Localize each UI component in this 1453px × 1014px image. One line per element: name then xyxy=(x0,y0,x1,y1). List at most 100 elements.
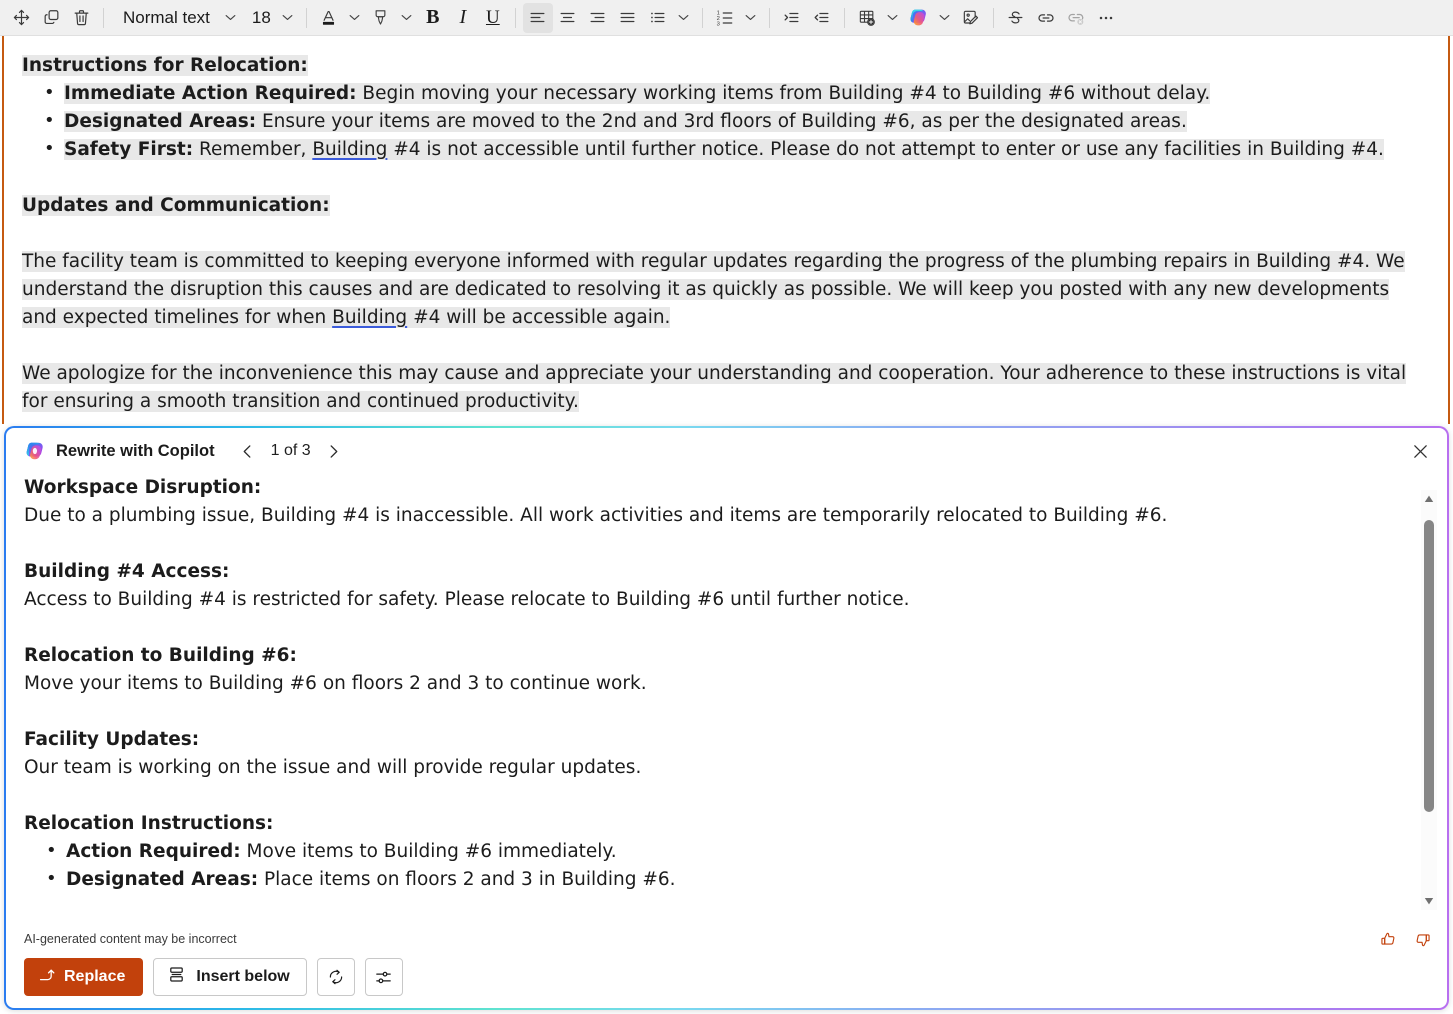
paragraph-style-label[interactable]: Normal text xyxy=(111,3,220,33)
font-color-chevron-down-icon[interactable] xyxy=(344,3,366,33)
more-options-icon[interactable] xyxy=(1091,3,1121,33)
replace-icon xyxy=(38,966,55,988)
bold-icon[interactable]: B xyxy=(418,3,448,33)
move-handle-icon[interactable] xyxy=(6,3,36,33)
document-link-building[interactable]: Building xyxy=(332,307,407,328)
close-icon[interactable] xyxy=(1405,436,1435,466)
suggestion-section: Workspace Disruption: Due to a plumbing … xyxy=(24,474,1401,530)
document-heading-updates: Updates and Communication: xyxy=(22,195,330,216)
font-size-chevron-down-icon[interactable] xyxy=(277,3,299,33)
adjust-settings-icon[interactable] xyxy=(364,958,403,996)
insert-below-button-label: Insert below xyxy=(196,968,290,985)
strikethrough-icon[interactable] xyxy=(1001,3,1031,33)
section-heading: Workspace Disruption: xyxy=(24,477,262,498)
toolbar-divider xyxy=(701,7,703,28)
scrollbar-track[interactable] xyxy=(1421,508,1437,892)
document-paragraph-updates: The facility team is committed to keepin… xyxy=(22,251,1405,328)
list-item: Action Required: Move items to Building … xyxy=(24,837,1401,866)
copilot-icon[interactable] xyxy=(904,3,934,33)
formatting-toolbar: Normal text 18 B I U 1 2 3 xyxy=(0,0,1453,36)
align-right-icon[interactable] xyxy=(583,3,613,33)
bulleted-list-chevron-down-icon[interactable] xyxy=(673,3,695,33)
copilot-panel-title: Rewrite with Copilot xyxy=(56,441,215,460)
scroll-up-arrow-icon[interactable] xyxy=(1421,490,1437,508)
suggestion-counter: 1 of 3 xyxy=(270,442,311,459)
align-justify-icon[interactable] xyxy=(613,3,643,33)
thumbs-up-icon[interactable] xyxy=(1377,928,1399,950)
scroll-down-arrow-icon[interactable] xyxy=(1421,892,1437,910)
replace-button-label: Replace xyxy=(64,968,126,985)
underline-icon[interactable]: U xyxy=(478,3,508,33)
align-left-icon[interactable] xyxy=(522,2,553,33)
suggestion-bullet-list: Action Required: Move items to Building … xyxy=(24,837,1401,894)
insert-table-icon[interactable] xyxy=(852,3,882,33)
rewrite-with-copilot-panel: Rewrite with Copilot 1 of 3 Workspace Di… xyxy=(4,426,1449,1010)
section-heading: Facility Updates: xyxy=(24,729,200,750)
highlight-chevron-down-icon[interactable] xyxy=(396,3,418,33)
toolbar-divider xyxy=(514,7,516,28)
regenerate-icon[interactable] xyxy=(316,958,355,996)
suggestion-section: Relocation to Building #6: Move your ite… xyxy=(24,642,1401,698)
paragraph-style-chevron-down-icon[interactable] xyxy=(220,3,242,33)
replace-button[interactable]: Replace xyxy=(24,958,144,996)
delete-icon[interactable] xyxy=(66,3,96,33)
align-center-icon[interactable] xyxy=(553,3,583,33)
document-heading-instructions: Instructions for Relocation: xyxy=(22,55,308,76)
bulleted-list-icon[interactable] xyxy=(643,3,673,33)
toolbar-divider xyxy=(305,7,307,28)
svg-text:3: 3 xyxy=(717,21,720,27)
section-body: Our team is working on the issue and wil… xyxy=(24,757,642,778)
document-canvas[interactable]: Instructions for Relocation: Immediate A… xyxy=(0,36,1453,424)
font-size-label[interactable]: 18 xyxy=(242,3,277,33)
insert-table-chevron-down-icon[interactable] xyxy=(882,3,904,33)
unlink-icon xyxy=(1061,3,1091,33)
document-link-building[interactable]: Building xyxy=(312,139,387,160)
section-body: Due to a plumbing issue, Building #4 is … xyxy=(24,505,1168,526)
next-suggestion-button[interactable] xyxy=(321,438,347,464)
decrease-indent-icon[interactable] xyxy=(807,3,837,33)
copilot-action-bar: Replace Insert below xyxy=(24,958,403,996)
suggestion-section: Facility Updates: Our team is working on… xyxy=(24,726,1401,782)
document-right-border xyxy=(1448,36,1450,424)
section-heading: Relocation Instructions: xyxy=(24,813,274,834)
scrollbar-thumb[interactable] xyxy=(1424,520,1434,812)
document-left-border xyxy=(2,36,4,424)
insert-below-button[interactable]: Insert below xyxy=(153,958,307,996)
suggestion-scrollbar[interactable] xyxy=(1421,490,1437,910)
link-icon[interactable] xyxy=(1031,3,1061,33)
list-item: Immediate Action Required: Begin moving … xyxy=(22,79,1427,108)
copilot-suggestion-body[interactable]: Workspace Disruption: Due to a plumbing … xyxy=(6,474,1447,920)
section-heading: Relocation to Building #6: xyxy=(24,645,297,666)
toolbar-divider xyxy=(843,7,845,28)
duplicate-icon[interactable] xyxy=(36,3,66,33)
copilot-chevron-down-icon[interactable] xyxy=(934,3,956,33)
feedback-controls xyxy=(1377,928,1433,950)
highlight-icon[interactable] xyxy=(366,3,396,33)
section-body: Access to Building #4 is restricted for … xyxy=(24,589,910,610)
numbered-list-icon[interactable]: 1 2 3 xyxy=(710,3,740,33)
edit-image-icon[interactable] xyxy=(956,3,986,33)
toolbar-divider xyxy=(103,7,104,28)
previous-suggestion-button[interactable] xyxy=(235,438,261,464)
copilot-panel-header: Rewrite with Copilot 1 of 3 xyxy=(6,428,1447,474)
italic-icon[interactable]: I xyxy=(448,3,478,33)
list-item: Designated Areas: Place items on floors … xyxy=(24,865,1401,894)
copilot-logo-icon xyxy=(24,440,46,462)
section-body: Move your items to Building #6 on floors… xyxy=(24,673,647,694)
toolbar-divider xyxy=(992,7,994,28)
numbered-list-chevron-down-icon[interactable] xyxy=(740,3,762,33)
ai-disclaimer: AI-generated content may be incorrect xyxy=(24,932,237,946)
suggestion-pager: 1 of 3 xyxy=(235,438,347,464)
increase-indent-icon[interactable] xyxy=(777,3,807,33)
thumbs-down-icon[interactable] xyxy=(1411,928,1433,950)
section-heading: Building #4 Access: xyxy=(24,561,230,582)
document-bullet-list: Immediate Action Required: Begin moving … xyxy=(22,79,1427,164)
document-paragraph-apology: We apologize for the inconvenience this … xyxy=(22,363,1407,412)
font-color-icon[interactable] xyxy=(314,3,344,33)
insert-below-icon xyxy=(167,965,186,989)
list-item: Designated Areas: Ensure your items are … xyxy=(22,107,1427,136)
suggestion-section-list: Relocation Instructions: Action Required… xyxy=(24,810,1401,894)
